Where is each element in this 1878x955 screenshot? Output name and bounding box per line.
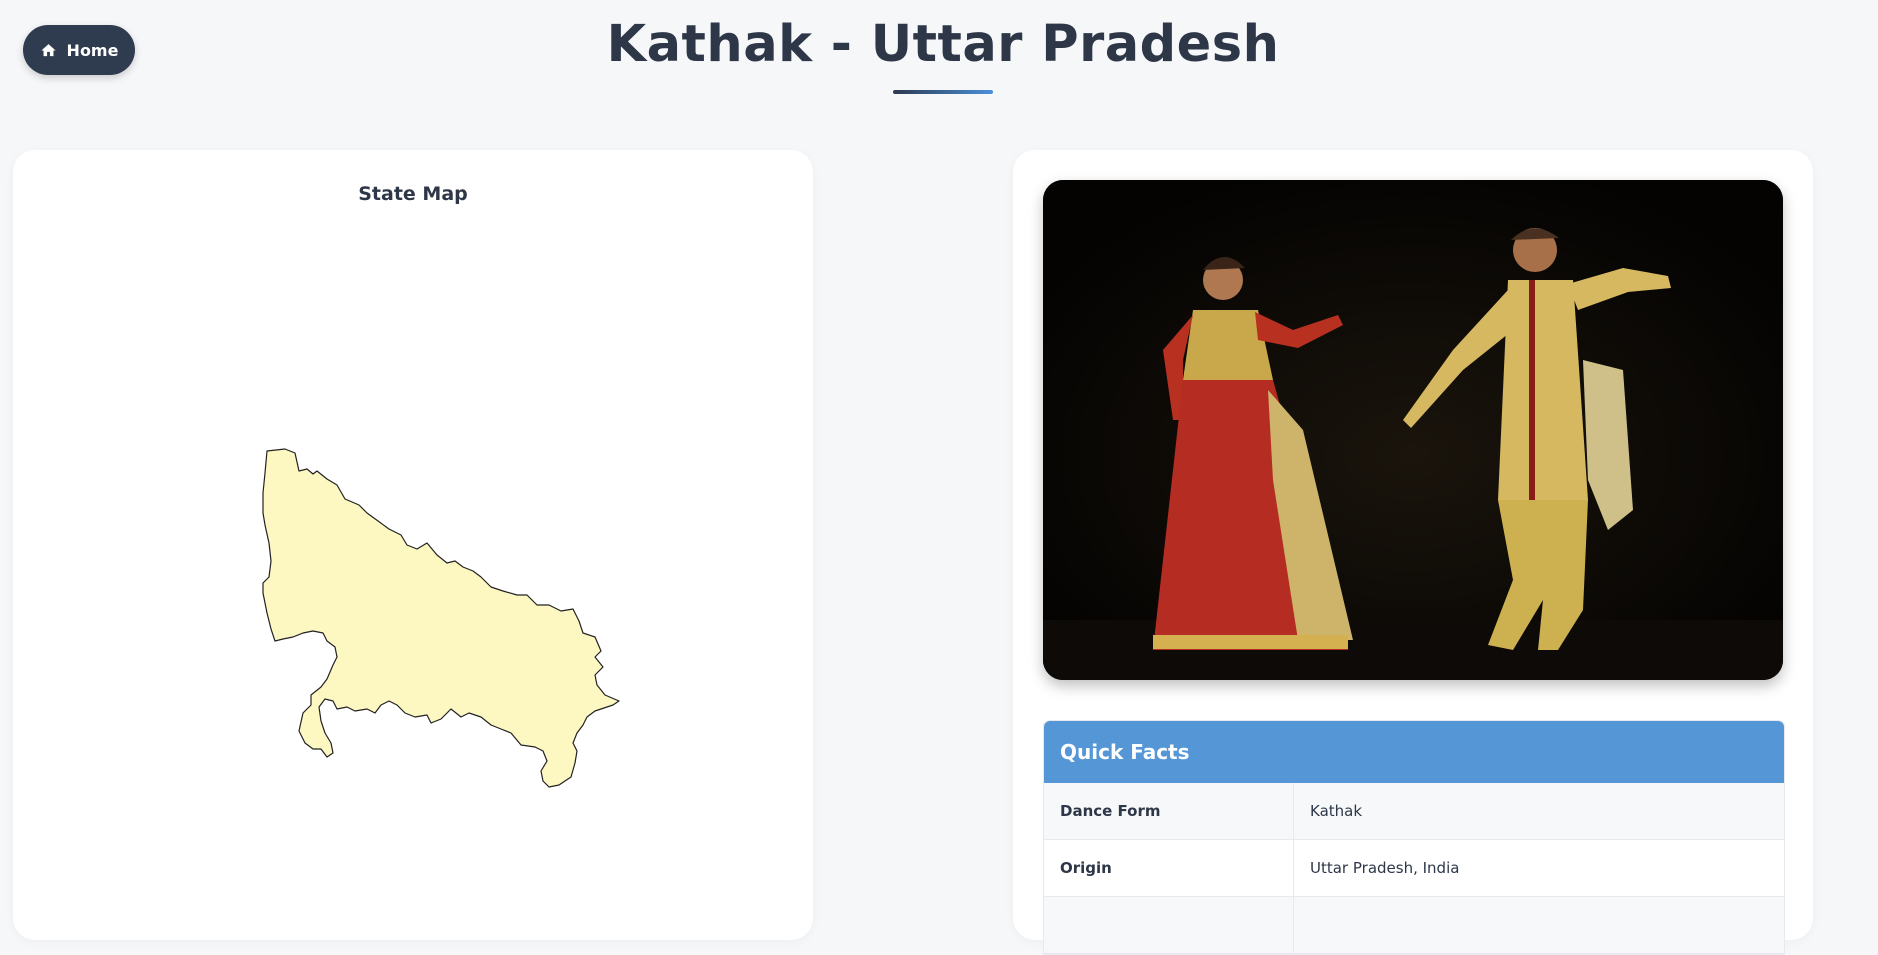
page-title: Kathak - Uttar Pradesh [606, 15, 1280, 74]
quick-facts-table: Quick Facts Dance Form Kathak Origin Utt… [1043, 720, 1785, 955]
facts-label [1044, 897, 1294, 953]
facts-value [1294, 897, 1784, 953]
title-underline [893, 90, 993, 94]
dancers-photo [1043, 180, 1783, 680]
facts-value: Kathak [1310, 802, 1363, 820]
map-title: State Map [358, 183, 468, 205]
facts-value: Uttar Pradesh, India [1310, 859, 1460, 877]
facts-row: Origin Uttar Pradesh, India [1044, 840, 1784, 897]
facts-row: Dance Form Kathak [1044, 783, 1784, 840]
facts-row [1044, 897, 1784, 954]
quick-facts-header: Quick Facts [1044, 721, 1784, 783]
state-outline [262, 448, 620, 788]
uttar-pradesh-map[interactable] [255, 443, 640, 810]
facts-label: Dance Form [1044, 783, 1294, 839]
facts-label: Origin [1044, 840, 1294, 896]
